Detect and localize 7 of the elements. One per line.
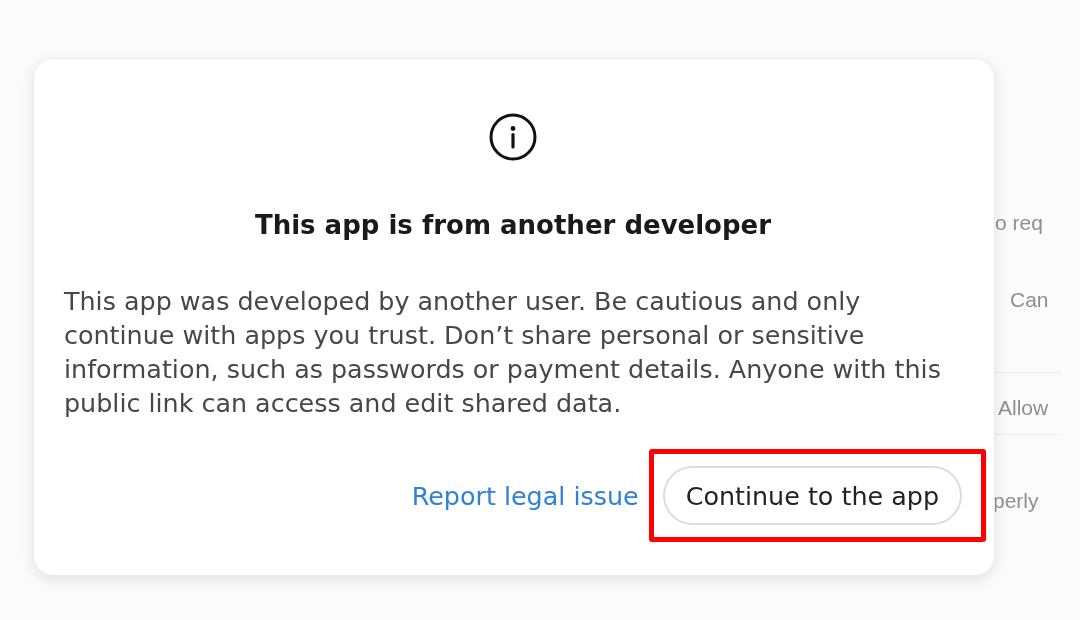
background-text: Allow [998,396,1049,420]
background-text: Can [1010,288,1049,312]
report-link[interactable]: Report legal issue [411,480,639,511]
dialog-body: This app was developed by another user. Be cautious and only continue with apps you trust. Don’t share personal or sensitive information, such as passwords or payment details. Anyone with this public link can access and edit shared data. [64,285,942,420]
background-text: o req [995,211,1043,235]
dialog-title: This app is from another developer [254,209,772,241]
info-icon [489,113,537,161]
